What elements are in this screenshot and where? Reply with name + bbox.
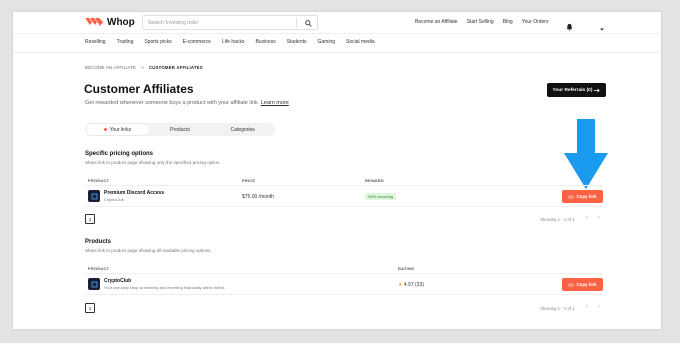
category-e-commerce[interactable]: E-commerce bbox=[183, 39, 211, 45]
tab-label: Categories bbox=[230, 126, 255, 133]
category-bar: Reselling Trading Sports picks E-commerc… bbox=[85, 39, 375, 45]
account-menu-toggle[interactable] bbox=[599, 19, 605, 37]
header-nav: Become an Affiliate Start Selling Blog Y… bbox=[415, 19, 548, 25]
learn-more-link[interactable]: Learn more bbox=[261, 100, 289, 106]
tab-label: Products bbox=[170, 126, 190, 133]
pagination-summary: Showing 1 - 1 of 1 bbox=[540, 306, 575, 311]
breadcrumb: BECOME AN AFFILIATE > CUSTOMER AFFILIATE… bbox=[85, 65, 203, 70]
products-title: Products bbox=[85, 239, 112, 245]
logo-text: Whop bbox=[107, 16, 135, 28]
star-icon: ★ bbox=[398, 282, 403, 288]
tab-label: Your links bbox=[109, 126, 132, 133]
nav-your-orders[interactable]: Your Orders bbox=[522, 19, 549, 25]
breadcrumb-parent[interactable]: BECOME AN AFFILIATE bbox=[85, 65, 136, 70]
copy-link-label: Copy link bbox=[576, 194, 597, 199]
referrals-label: Your Referrals (0) bbox=[552, 87, 593, 93]
nav-start-selling[interactable]: Start Selling bbox=[467, 19, 494, 25]
notifications-button[interactable] bbox=[566, 18, 573, 36]
arrow-right-icon bbox=[594, 88, 601, 92]
tab-your-links[interactable]: Your links bbox=[86, 124, 149, 135]
column-rating: RATING bbox=[398, 266, 415, 271]
copy-link-label: Copy link bbox=[576, 282, 597, 287]
product-price: $75.00 /month bbox=[242, 194, 274, 200]
link-icon bbox=[568, 283, 575, 286]
product-icon bbox=[88, 190, 100, 202]
tab-categories[interactable]: Categories bbox=[211, 124, 274, 135]
table-header: PRODUCT RATING bbox=[85, 265, 603, 274]
category-sports-picks[interactable]: Sports picks bbox=[144, 39, 171, 45]
divider bbox=[13, 52, 661, 53]
tab-products[interactable]: Products bbox=[149, 124, 212, 135]
category-business[interactable]: Business bbox=[255, 39, 275, 45]
page-subtitle-text: Get rewarded whenever someone buys a pro… bbox=[85, 100, 260, 106]
search-input[interactable] bbox=[143, 16, 293, 29]
cryptoclub-logo-icon bbox=[91, 281, 97, 287]
prev-page-button[interactable]: ‹ bbox=[586, 215, 588, 221]
top-navbar: Whop Become an Affiliate Start Selling B… bbox=[13, 12, 661, 34]
product-icon bbox=[88, 278, 100, 290]
next-page-button[interactable]: › bbox=[598, 304, 600, 310]
product-name[interactable]: Premium Discord Access bbox=[104, 190, 164, 196]
search-bar bbox=[142, 15, 318, 30]
breadcrumb-separator: > bbox=[141, 65, 144, 70]
browser-page: Whop Become an Affiliate Start Selling B… bbox=[13, 12, 661, 329]
chevron-down-icon bbox=[600, 28, 604, 31]
page-title: Customer Affiliates bbox=[84, 82, 194, 96]
table-row: CryptoClub Your one-stop shop to learnin… bbox=[85, 275, 603, 295]
product-name[interactable]: CryptoClub bbox=[104, 278, 131, 284]
specific-pricing-subtitle: Share link to product page showing only … bbox=[85, 160, 221, 165]
search-icon bbox=[304, 19, 312, 27]
pagination-page-1[interactable]: 1 bbox=[85, 303, 95, 313]
pagination-page-1[interactable]: 1 bbox=[85, 214, 95, 224]
whop-logo[interactable]: Whop bbox=[85, 16, 135, 28]
column-product: PRODUCT bbox=[88, 178, 110, 183]
column-price: PRICE bbox=[242, 178, 256, 183]
product-seller: CryptoClub bbox=[104, 197, 125, 202]
category-social-media[interactable]: Social media bbox=[346, 39, 375, 45]
active-dot-icon bbox=[103, 128, 107, 131]
prev-page-button[interactable]: ‹ bbox=[586, 304, 588, 310]
table-header: PRODUCT PRICE REWARD bbox=[85, 177, 603, 186]
products-subtitle: Share link to product page showing all a… bbox=[85, 248, 212, 253]
reward-badge: 30% recurring bbox=[365, 193, 396, 200]
category-students[interactable]: Students bbox=[287, 39, 307, 45]
product-description: Your one-stop shop to learning and excel… bbox=[104, 285, 226, 290]
search-button[interactable] bbox=[300, 17, 316, 29]
nav-blog[interactable]: Blog bbox=[503, 19, 513, 25]
nav-become-affiliate[interactable]: Become an Affiliate bbox=[415, 19, 458, 25]
cryptoclub-logo-icon bbox=[91, 193, 97, 199]
link-icon bbox=[568, 195, 575, 198]
category-reselling[interactable]: Reselling bbox=[85, 39, 106, 45]
category-gaming[interactable]: Gaming bbox=[318, 39, 336, 45]
copy-link-button[interactable]: Copy link bbox=[562, 278, 603, 291]
next-page-button[interactable]: › bbox=[598, 215, 600, 221]
search-divider bbox=[296, 18, 297, 28]
rating-value: 4.97 (33) bbox=[403, 282, 424, 288]
pagination-summary: Showing 1 - 1 of 1 bbox=[540, 217, 575, 222]
table-row: Premium Discord Access CryptoClub $75.00… bbox=[85, 187, 603, 207]
whop-logo-icon bbox=[85, 18, 103, 26]
your-referrals-button[interactable]: Your Referrals (0) bbox=[547, 83, 606, 97]
product-rating: ★ 4.97 (33) bbox=[398, 282, 424, 288]
column-reward: REWARD bbox=[365, 178, 384, 183]
bell-icon bbox=[566, 23, 573, 31]
specific-pricing-title: Specific pricing options bbox=[85, 151, 154, 157]
breadcrumb-current: CUSTOMER AFFILIATES bbox=[148, 65, 203, 70]
category-life-hacks[interactable]: Life hacks bbox=[222, 39, 245, 45]
page-subtitle: Get rewarded whenever someone buys a pro… bbox=[85, 100, 289, 106]
category-trading[interactable]: Trading bbox=[117, 39, 134, 45]
column-product: PRODUCT bbox=[88, 266, 110, 271]
copy-link-button[interactable]: Copy link bbox=[562, 190, 603, 203]
tab-switcher: Your links Products Categories bbox=[85, 123, 275, 136]
